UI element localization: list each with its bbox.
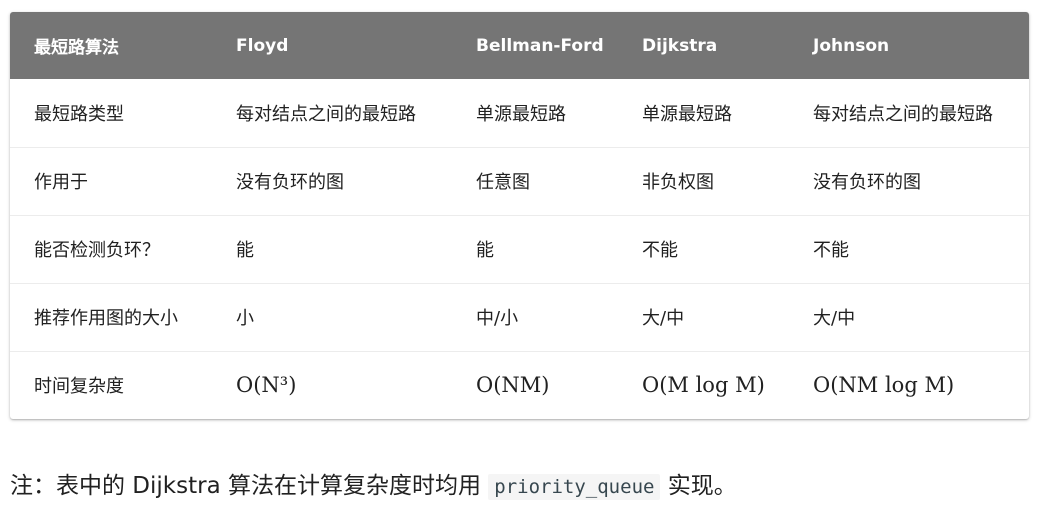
table-cell: 任意图 xyxy=(476,172,530,193)
row-label-type: 最短路类型 xyxy=(34,103,124,125)
table-cell: 小 xyxy=(236,308,254,329)
row-label-negative-cycle: 能否检测负环？ xyxy=(34,240,160,261)
table-row: 能否检测负环？ 能 能 不能 不能 xyxy=(10,215,1029,283)
header-dijkstra: Dijkstra xyxy=(642,35,718,56)
table-cell: 不能 xyxy=(642,240,678,261)
footnote: 注：表中的 Dijkstra 算法在计算复杂度时均用 priority_queu… xyxy=(10,466,737,500)
shortest-path-comparison-table: 最短路算法 Floyd Bellman-Ford Dijkstra Johnso… xyxy=(10,12,1029,419)
row-label-applies-to: 作用于 xyxy=(34,172,88,193)
table-row: 作用于 没有负环的图 任意图 非负权图 没有负环的图 xyxy=(10,147,1029,215)
table-cell: 能 xyxy=(476,240,494,261)
table-row: 推荐作用图的大小 小 中/小 大/中 大/中 xyxy=(10,283,1029,351)
header-johnson: Johnson xyxy=(813,35,890,56)
complexity-formula: O(NM log M) xyxy=(813,373,955,398)
table-cell: 每对结点之间的最短路 xyxy=(813,103,993,125)
complexity-formula: O(M log M) xyxy=(642,373,765,398)
table-row: 时间复杂度 O(N³) O(NM) O(M log M) O(NM log M) xyxy=(10,351,1029,419)
table-cell: 单源最短路 xyxy=(642,103,732,125)
table-header-row: 最短路算法 Floyd Bellman-Ford Dijkstra Johnso… xyxy=(10,12,1029,79)
complexity-formula: O(N³) xyxy=(236,373,297,398)
footnote-suffix: 实现。 xyxy=(667,473,737,499)
comparison-table-card: 最短路算法 Floyd Bellman-Ford Dijkstra Johnso… xyxy=(10,12,1029,419)
header-algorithm: 最短路算法 xyxy=(34,38,119,58)
table-row: 最短路类型 每对结点之间的最短路 单源最短路 单源最短路 每对结点之间的最短路 xyxy=(10,79,1029,147)
table-cell: 中/小 xyxy=(476,308,519,329)
header-floyd: Floyd xyxy=(236,35,289,56)
row-label-graph-size: 推荐作用图的大小 xyxy=(34,308,178,329)
table-cell: 单源最短路 xyxy=(476,103,566,125)
table-cell: 没有负环的图 xyxy=(236,172,344,193)
table-cell: 大/中 xyxy=(642,308,685,329)
table-cell: 能 xyxy=(236,240,254,261)
header-bellman-ford: Bellman-Ford xyxy=(476,35,604,56)
table-cell: 不能 xyxy=(813,240,849,261)
table-cell: 每对结点之间的最短路 xyxy=(236,103,416,125)
table-cell: 没有负环的图 xyxy=(813,172,921,193)
footnote-prefix: 注：表中的 Dijkstra 算法在计算复杂度时均用 xyxy=(10,473,481,499)
table-cell: 大/中 xyxy=(813,308,856,329)
table-cell: 非负权图 xyxy=(642,172,714,193)
inline-code: priority_queue xyxy=(488,474,661,500)
complexity-formula: O(NM) xyxy=(476,373,550,398)
row-label-complexity: 时间复杂度 xyxy=(34,376,124,398)
